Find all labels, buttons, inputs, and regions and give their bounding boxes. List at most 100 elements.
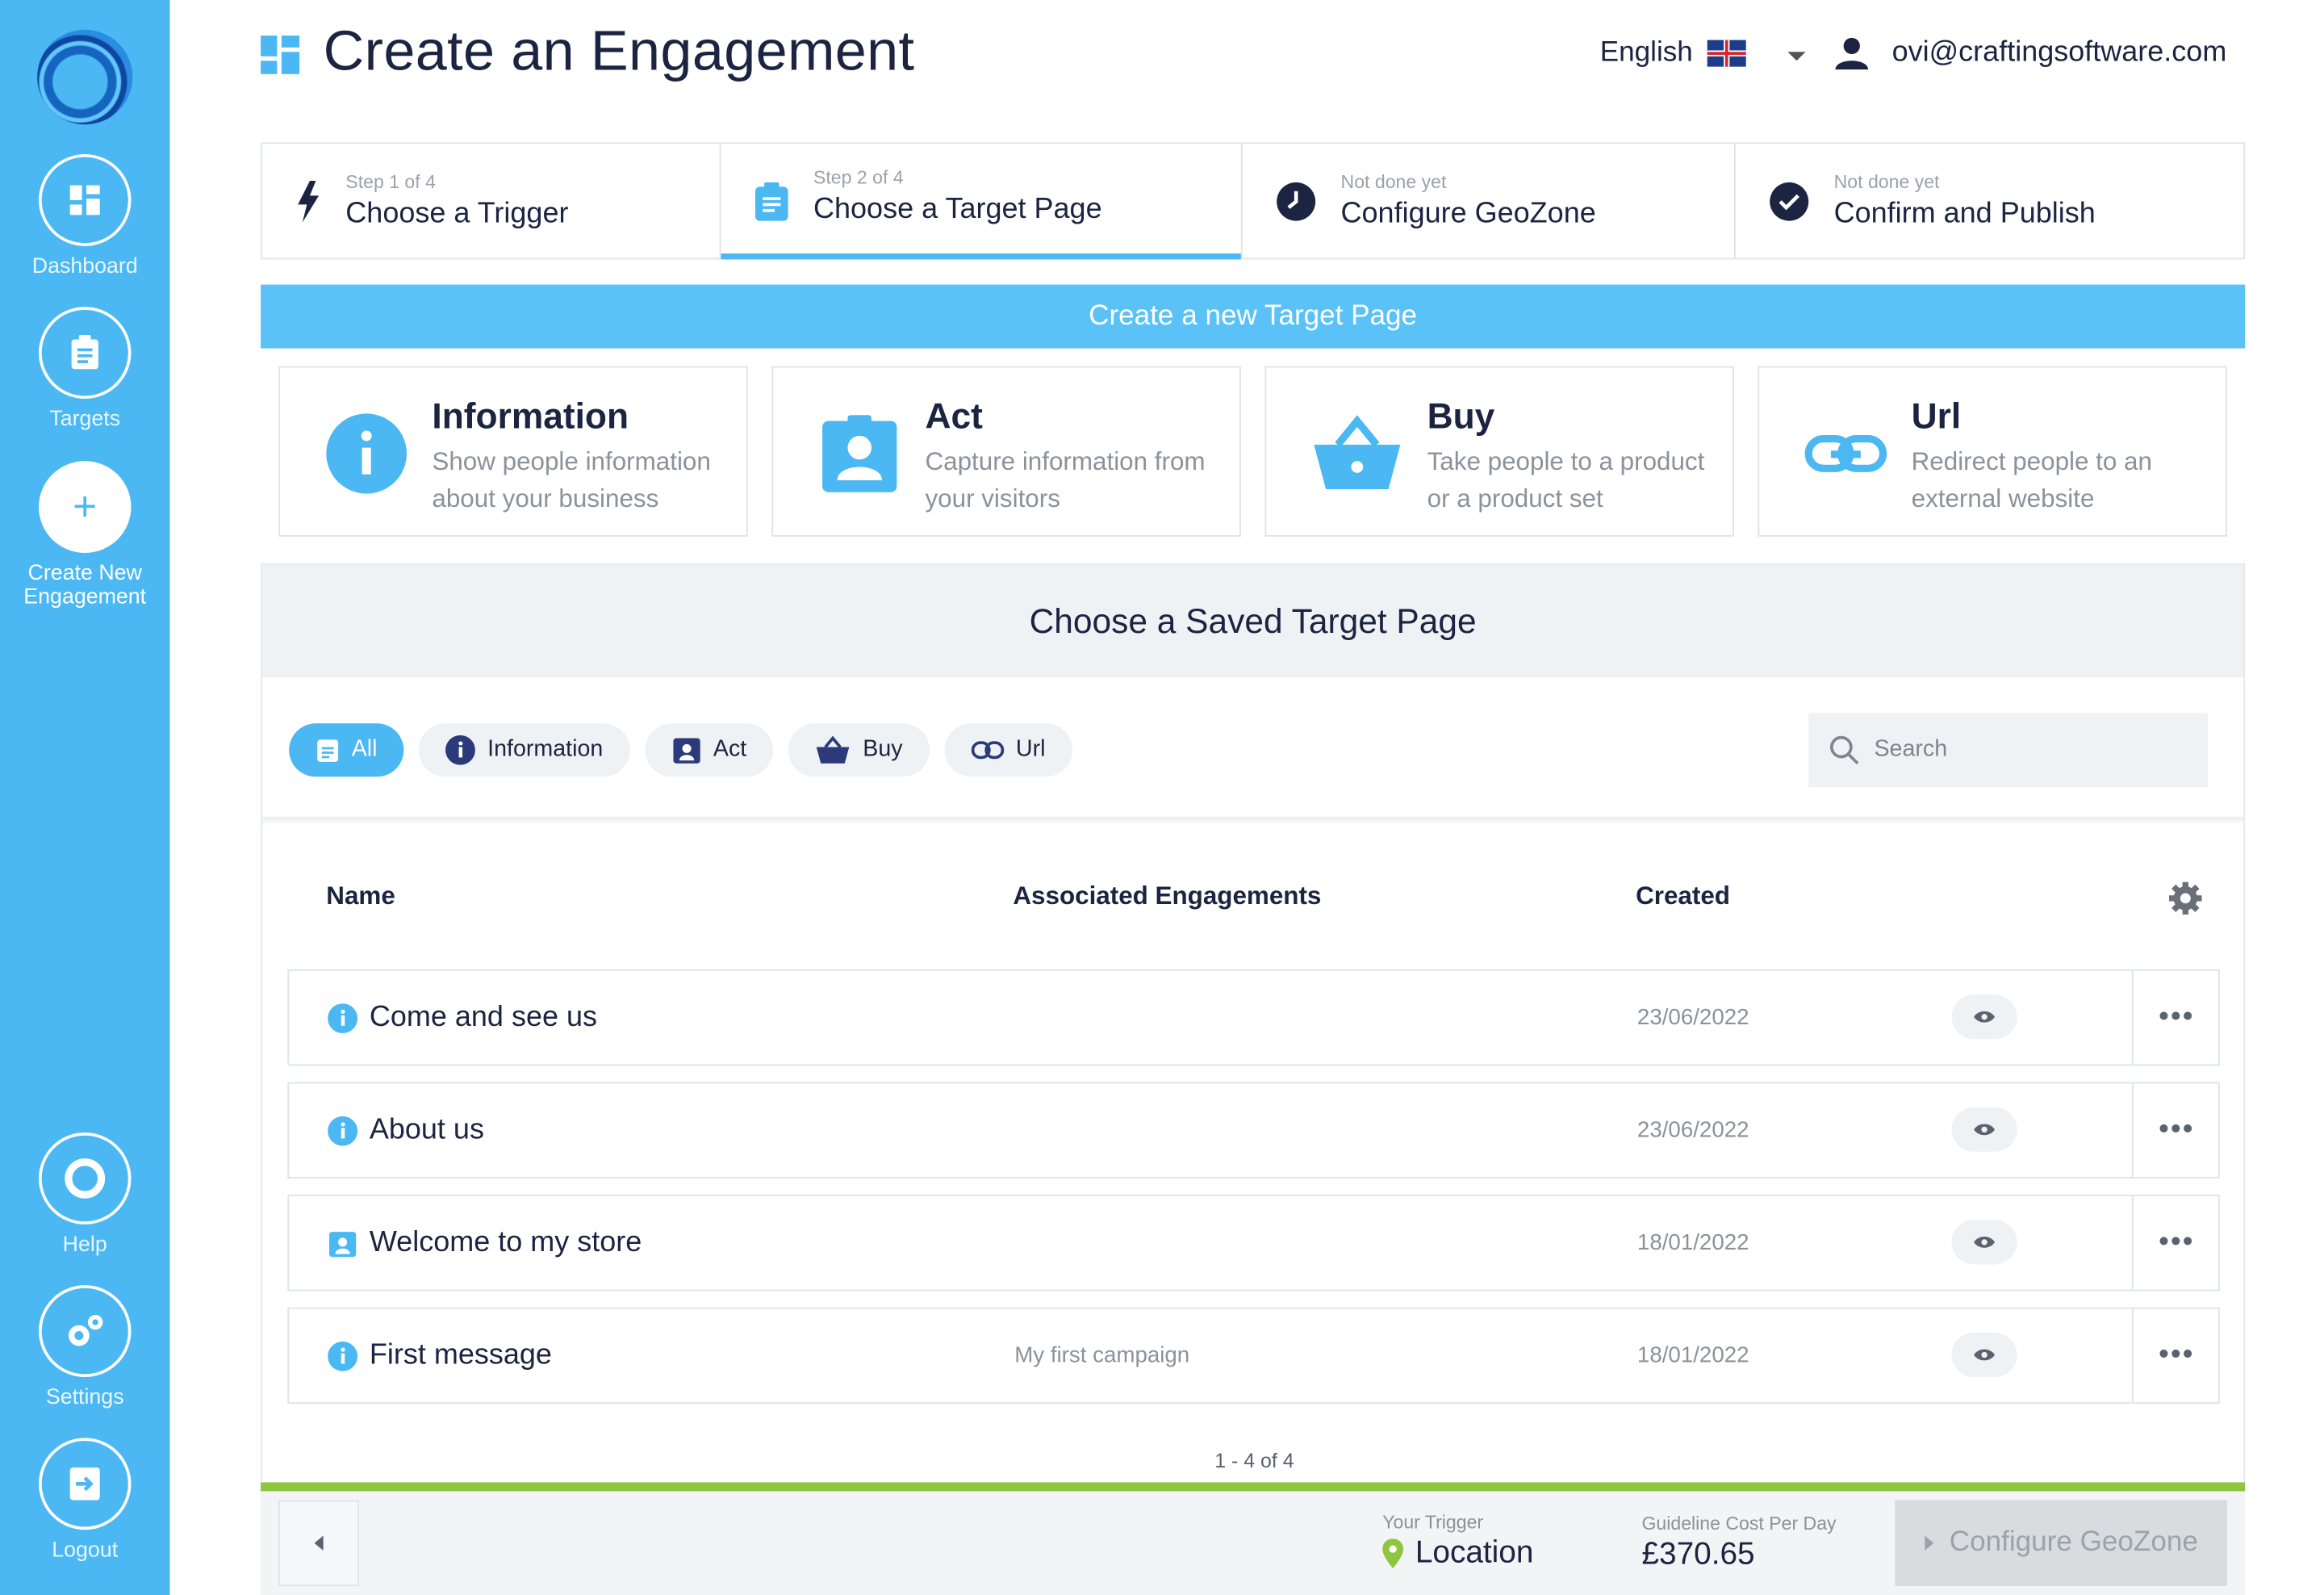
sidebar-item-label: Logout (52, 1538, 119, 1563)
back-button[interactable] (278, 1500, 359, 1586)
contact-badge-icon (329, 1231, 357, 1257)
step-label: Configure GeoZone (1340, 196, 1596, 229)
more-options-button[interactable]: ••• (2131, 970, 2220, 1065)
step-choose-trigger[interactable]: Step 1 of 4 Choose a Trigger (262, 144, 721, 258)
filter-label: All (351, 736, 378, 762)
column-associated-engagements[interactable]: Associated Engagements (1013, 882, 1321, 912)
info-icon (328, 1115, 358, 1145)
card-title: Information (432, 397, 629, 437)
chevron-left-icon (314, 1535, 324, 1551)
sidebar-item-dashboard[interactable]: Dashboard (0, 153, 169, 278)
filter-url[interactable]: Url (944, 723, 1072, 777)
user-menu[interactable]: ovi@craftingsoftware.com (1835, 36, 2226, 69)
preview-button[interactable] (1951, 1332, 2017, 1378)
gears-icon (39, 1285, 132, 1378)
card-url[interactable]: Url Redirect people to an external website (1758, 366, 2227, 537)
search-input[interactable]: Search (1808, 713, 2208, 788)
row-created: 18/01/2022 (1636, 1230, 1749, 1256)
step-status: Not done yet (1833, 171, 1940, 192)
more-options-button[interactable]: ••• (2131, 1196, 2220, 1290)
card-description: Take people to a product (1427, 447, 1705, 476)
contact-badge-icon (673, 738, 700, 764)
cost-label: Guideline Cost Per Day (1641, 1513, 1837, 1534)
dashboard-icon (261, 36, 300, 74)
eye-icon (1974, 1349, 1995, 1361)
sidebar-item-help[interactable]: Help (0, 1132, 169, 1257)
eye-icon (1974, 1124, 1995, 1136)
step-configure-geozone[interactable]: Not done yet Configure GeoZone (1243, 144, 1736, 258)
language-selector[interactable]: English (1600, 37, 1747, 69)
card-buy[interactable]: Buy Take people to a product or a product … (1264, 366, 1734, 537)
filter-act[interactable]: Act (644, 723, 774, 777)
sidebar-item-create-engagement[interactable]: + Create New Engagement (0, 461, 169, 609)
filter-buy[interactable]: Buy (788, 723, 930, 777)
uk-flag-icon (1707, 40, 1747, 67)
user-icon (1835, 36, 1869, 69)
table-row[interactable]: Welcome to my store 18/01/2022 ••• (287, 1195, 2220, 1291)
chevron-right-icon (1924, 1535, 1933, 1551)
filter-information[interactable]: Information (419, 723, 630, 777)
contact-badge-icon (822, 415, 897, 492)
step-confirm-publish[interactable]: Not done yet Confirm and Publish (1736, 144, 2244, 257)
column-name[interactable]: Name (326, 882, 395, 912)
filter-label: Buy (863, 736, 903, 762)
card-description: about your business (432, 484, 659, 513)
preview-button[interactable] (1951, 1220, 2017, 1265)
card-description: Redirect people to an (1911, 447, 2152, 476)
row-created: 18/01/2022 (1636, 1342, 1749, 1369)
info-icon (326, 413, 407, 494)
gear-icon[interactable] (2169, 881, 2202, 915)
chevron-down-icon[interactable] (1787, 52, 1806, 61)
basket-icon (817, 735, 850, 764)
eye-icon (1974, 1237, 1995, 1248)
more-options-button[interactable]: ••• (2131, 1083, 2220, 1178)
sidebar-item-label: Settings (45, 1386, 124, 1410)
row-name: About us (369, 1113, 484, 1146)
user-email: ovi@craftingsoftware.com (1891, 36, 2227, 69)
card-title: Url (1911, 397, 1962, 437)
clipboard-icon (39, 307, 132, 399)
basket-icon (1314, 415, 1401, 490)
search-placeholder: Search (1874, 736, 1948, 762)
create-new-target-page-bar: Create a new Target Page (261, 284, 2246, 349)
logout-icon (39, 1438, 132, 1530)
table-row[interactable]: First message My first campaign 18/01/20… (287, 1307, 2220, 1405)
filter-divider (261, 816, 2244, 826)
clipboard-icon (755, 181, 788, 220)
more-options-button[interactable]: ••• (2131, 1308, 2220, 1403)
language-label: English (1599, 36, 1693, 69)
column-created[interactable]: Created (1636, 882, 1730, 912)
link-icon (1804, 434, 1887, 472)
step-choose-target-page[interactable]: Step 2 of 4 Choose a Target Page (721, 144, 1243, 260)
sidebar-item-targets[interactable]: Targets (0, 307, 169, 431)
filter-label: Information (487, 736, 604, 762)
location-pin-icon (1382, 1538, 1404, 1568)
search-icon (1829, 735, 1859, 765)
preview-button[interactable] (1951, 994, 2017, 1040)
table-row[interactable]: Come and see us 23/06/2022 ••• (287, 969, 2220, 1066)
card-description: Capture information from (925, 447, 1206, 476)
link-icon (971, 741, 1005, 760)
eye-icon (1974, 1011, 1995, 1023)
configure-geozone-button[interactable]: Configure GeoZone (1895, 1500, 2227, 1586)
card-act[interactable]: Act Capture information from your visitors (771, 366, 1241, 537)
card-description: external website (1911, 484, 2095, 513)
table-row[interactable]: About us 23/06/2022 ••• (287, 1082, 2220, 1178)
ellipsis-icon: ••• (2159, 1225, 2195, 1259)
next-label: Configure GeoZone (1949, 1526, 2198, 1559)
row-created: 23/06/2022 (1636, 1005, 1749, 1031)
sidebar-item-label: Targets (49, 408, 121, 432)
card-information[interactable]: Information Show people information about … (278, 366, 748, 537)
dashboard-icon (39, 153, 132, 246)
sidebar: Dashboard Targets + Create New Engagemen… (0, 0, 170, 1595)
sidebar-item-logout[interactable]: Logout (0, 1438, 169, 1563)
app-logo[interactable] (37, 29, 133, 125)
step-status: Not done yet (1340, 171, 1447, 192)
row-engagements[interactable]: My first campaign (1014, 1343, 1189, 1368)
info-icon (445, 735, 476, 765)
card-description: your visitors (925, 484, 1060, 513)
card-title: Act (925, 397, 983, 437)
preview-button[interactable] (1951, 1107, 2017, 1152)
filter-all[interactable]: All (289, 723, 404, 777)
sidebar-item-settings[interactable]: Settings (0, 1285, 169, 1409)
